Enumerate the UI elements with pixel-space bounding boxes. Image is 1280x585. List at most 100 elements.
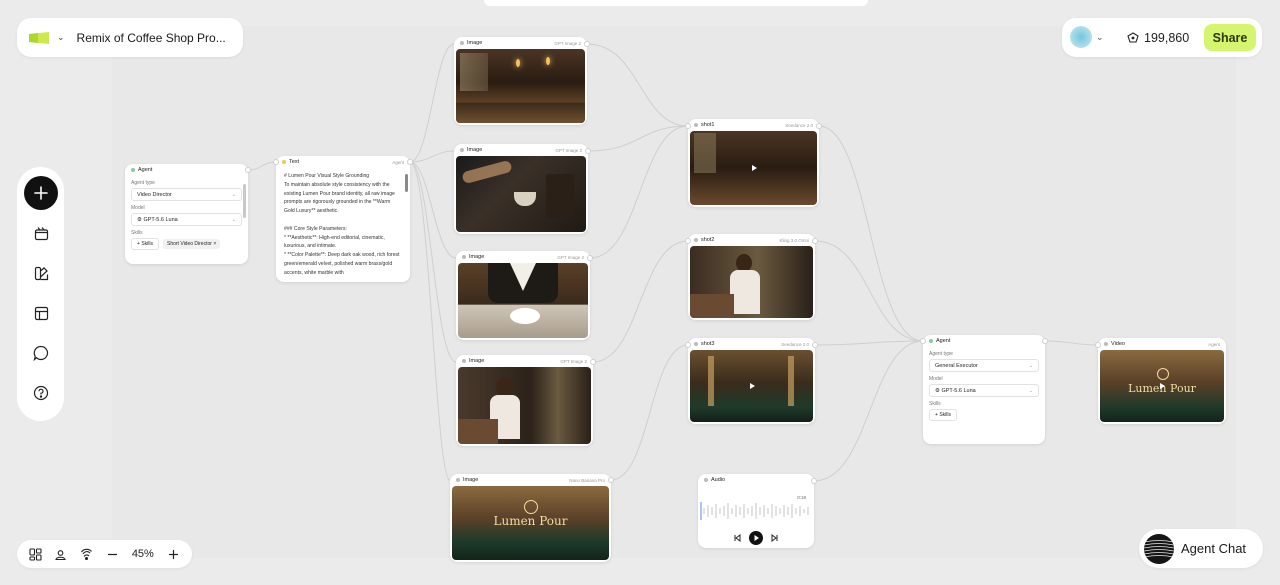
model-select[interactable]: ⚙ GPT-5.6 Luna ⌄ — [131, 213, 242, 226]
minus-icon[interactable] — [105, 546, 122, 563]
credits-display[interactable]: 199,860 — [1120, 25, 1192, 50]
zoom-level[interactable]: 45% — [130, 548, 155, 560]
final-video-preview[interactable]: Lumen Pour — [1100, 350, 1224, 422]
grid-icon[interactable] — [27, 546, 44, 563]
model-label: Model — [929, 376, 943, 382]
image-node-4[interactable]: Image GPT Image 2 — [456, 355, 593, 446]
espresso-machine-image[interactable] — [456, 156, 586, 232]
model-tag: GPT Image 2 — [555, 147, 582, 153]
input-port[interactable] — [273, 159, 279, 165]
node-title: shot3 — [701, 341, 715, 347]
share-button[interactable]: Share — [1204, 24, 1256, 51]
skip-back-icon[interactable] — [733, 534, 741, 542]
barista-latte-image[interactable] — [458, 263, 588, 338]
node-title: Image — [463, 477, 479, 483]
green-flag-logo[interactable] — [28, 31, 50, 44]
clapper-icon[interactable] — [24, 216, 58, 250]
node-tag: Agent — [1208, 341, 1220, 347]
node-title: Agent — [138, 167, 153, 173]
person-pin-icon[interactable] — [53, 546, 70, 563]
shot-node-2[interactable]: shot2 Kling 3.0 Omni — [688, 234, 815, 320]
play-icon[interactable] — [747, 381, 757, 391]
video-node[interactable]: Video Agent Lumen Pour — [1098, 338, 1226, 424]
play-icon[interactable] — [1157, 381, 1167, 391]
image-node-2[interactable]: Image GPT Image 2 — [454, 144, 588, 234]
shot-node-3[interactable]: shot3 Seedance 2.0 — [688, 338, 815, 424]
input-port[interactable] — [685, 123, 691, 129]
output-port[interactable] — [587, 255, 593, 261]
chevron-down-icon[interactable]: ⌄ — [57, 32, 65, 43]
play-icon[interactable] — [749, 163, 759, 173]
layout-icon[interactable] — [24, 296, 58, 330]
shot1-video-preview[interactable] — [690, 131, 817, 205]
add-skills-button[interactable]: + Skills — [929, 409, 957, 421]
skill-tag[interactable]: Short Video Director × — [162, 239, 221, 249]
chevron-down-icon: ⌄ — [231, 216, 236, 223]
project-title[interactable]: Remix of Coffee Shop Pro... — [77, 31, 226, 45]
input-port[interactable] — [1095, 342, 1101, 348]
skills-label: Skills — [131, 230, 143, 236]
model-tag: Kling 3.0 Omni — [779, 237, 809, 243]
help-icon[interactable] — [24, 376, 58, 410]
output-port[interactable] — [584, 41, 590, 47]
play-button[interactable] — [749, 531, 763, 545]
canvas-toolbar: 45% — [17, 540, 192, 568]
skip-forward-icon[interactable] — [771, 534, 779, 542]
input-port[interactable] — [685, 238, 691, 244]
agent-orb-icon — [1144, 533, 1174, 564]
agent-node-2[interactable]: Agent Agent type General Executor ⌄ Model… — [923, 335, 1045, 444]
output-port[interactable] — [816, 123, 822, 129]
scrollbar[interactable] — [405, 174, 408, 192]
audio-node[interactable]: Audio 0:18 — [698, 474, 814, 548]
audio-waveform[interactable] — [700, 500, 812, 522]
hand-icon[interactable] — [78, 546, 95, 563]
input-port[interactable] — [685, 342, 691, 348]
plus-icon[interactable] — [165, 546, 182, 563]
node-title: Video — [1111, 341, 1125, 347]
text-node[interactable]: Text Agent # Lumen Pour Visual Style Grou… — [276, 156, 410, 282]
cafe-interior-image[interactable] — [456, 49, 585, 123]
plus-icon[interactable] — [24, 176, 58, 210]
avatar[interactable] — [1070, 26, 1092, 48]
workflow-canvas[interactable]: Agent Agent type Video Director ⌄ Model ⚙… — [0, 0, 1280, 585]
skills-label: Skills — [929, 401, 941, 407]
output-port[interactable] — [245, 167, 251, 173]
header-actions: ⌄ 199,860 Share — [1062, 18, 1262, 57]
remove-icon[interactable]: × — [213, 241, 216, 247]
model-tag: Seedance 2.0 — [781, 341, 809, 347]
text-content[interactable]: # Lumen Pour Visual Style Grounding To m… — [276, 168, 410, 282]
node-title: Agent — [936, 338, 951, 344]
output-port[interactable] — [812, 342, 818, 348]
agent-node-1[interactable]: Agent Agent type Video Director ⌄ Model ⚙… — [125, 164, 248, 264]
shot3-video-preview[interactable] — [690, 350, 813, 422]
chevron-down-icon: ⌄ — [1096, 31, 1104, 42]
credits-icon — [1127, 31, 1139, 43]
scrollbar[interactable] — [243, 184, 246, 218]
chat-bubble-icon[interactable] — [24, 336, 58, 370]
model-select[interactable]: ⚙ GPT-5.6 Luna ⌄ — [929, 384, 1039, 397]
image-node-3[interactable]: Image GPT Image 2 — [456, 251, 590, 340]
palette-icon[interactable] — [24, 256, 58, 290]
woman-coffee-image[interactable] — [458, 367, 591, 444]
node-title: shot2 — [701, 237, 715, 243]
model-tag: GPT Image 2 — [557, 254, 584, 260]
input-port[interactable] — [920, 338, 926, 344]
shot-node-1[interactable]: shot1 Seedance 2.0 — [688, 119, 819, 207]
add-skills-button[interactable]: + Skills — [131, 238, 159, 250]
output-port[interactable] — [1042, 338, 1048, 344]
output-port[interactable] — [590, 359, 596, 365]
image-node-1[interactable]: Image GPT Image 2 — [454, 37, 587, 125]
output-port[interactable] — [608, 477, 614, 483]
output-port[interactable] — [812, 238, 818, 244]
branded-storefront-image[interactable]: Lumen Pour — [452, 486, 609, 560]
output-port[interactable] — [585, 148, 591, 154]
agent-type-select[interactable]: Video Director ⌄ — [131, 188, 242, 201]
avatar-menu[interactable]: ⌄ — [1070, 26, 1104, 48]
node-title: shot1 — [701, 122, 715, 128]
output-port[interactable] — [407, 159, 413, 165]
agent-chat-button[interactable]: Agent Chat — [1139, 529, 1263, 568]
agent-type-select[interactable]: General Executor ⌄ — [929, 359, 1039, 372]
image-node-5[interactable]: Image Nano Banana Pro Lumen Pour — [450, 474, 611, 562]
output-port[interactable] — [811, 478, 817, 484]
shot2-video-preview[interactable] — [690, 246, 813, 318]
